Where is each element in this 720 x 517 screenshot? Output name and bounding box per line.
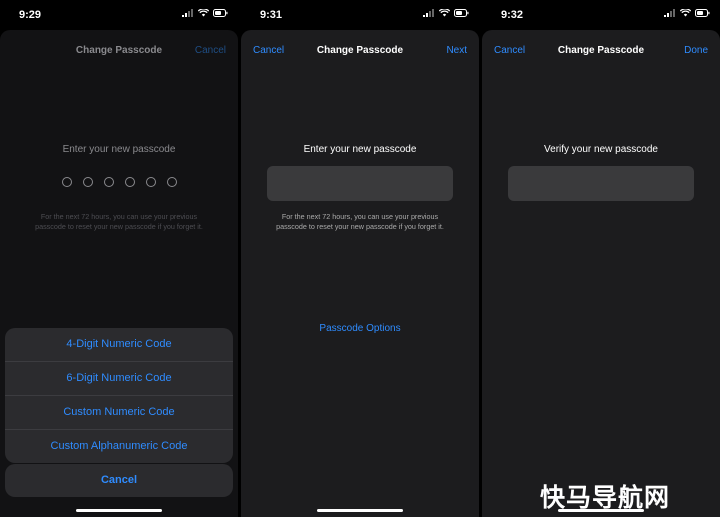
screen-3: 9:32 Cancel Change Passcode Done Verify … [482,0,720,517]
signal-icon [423,9,434,17]
wifi-icon [680,9,691,17]
passcode-dot [145,177,156,187]
home-indicator[interactable] [76,509,162,512]
passcode-dot [166,177,177,187]
wifi-icon [198,9,209,17]
watermark-text: 快马导航网 [540,483,671,512]
passcode-input[interactable] [267,166,453,201]
nav-title: Change Passcode [316,45,404,56]
passcode-prompt: Enter your new passcode [303,144,417,155]
status-bar: 9:29 [0,0,238,28]
signal-icon [664,9,675,17]
passcode-dot [82,177,93,187]
done-button[interactable]: Done [684,45,708,56]
passcode-dots [0,177,238,187]
status-bar: 9:32 [482,0,720,28]
passcode-hint: For the next 72 hours, you can use your … [35,212,203,231]
passcode-dot [103,177,114,187]
change-passcode-sheet: Cancel Change Passcode Done Verify your … [482,30,720,517]
screen-1: 9:29 Change Passcode Cancel Enter your n… [0,0,238,517]
status-time: 9:31 [260,9,283,21]
wifi-icon [439,9,450,17]
nav-bar: Cancel Change Passcode Next [241,42,479,62]
option-4-digit-button[interactable]: 4-Digit Numeric Code [5,328,233,362]
battery-icon [695,9,710,17]
next-button[interactable]: Next [446,45,467,56]
option-custom-numeric-button[interactable]: Custom Numeric Code [5,396,233,430]
cancel-button[interactable]: Cancel [195,45,226,56]
verify-prompt: Verify your new passcode [544,144,658,155]
screen-2: 9:31 Cancel Change Passcode Next Enter y… [241,0,479,517]
option-custom-alphanumeric-button[interactable]: Custom Alphanumeric Code [5,430,233,463]
passcode-hint: For the next 72 hours, you can use your … [276,212,444,231]
status-time: 9:32 [501,9,524,21]
status-icons [423,9,469,17]
status-icons [182,9,228,17]
nav-bar: Cancel Change Passcode Done [482,42,720,62]
status-bar: 9:31 [241,0,479,28]
battery-icon [213,9,228,17]
change-passcode-sheet: Cancel Change Passcode Next Enter your n… [241,30,479,517]
passcode-dot [61,177,72,187]
verify-passcode-input[interactable] [508,166,694,201]
passcode-prompt: Enter your new passcode [62,144,176,155]
passcode-options-sheet: 4-Digit Numeric Code 6-Digit Numeric Cod… [5,328,233,463]
signal-icon [182,9,193,17]
nav-bar: Change Passcode Cancel [0,42,238,62]
passcode-dot [124,177,135,187]
action-sheet-cancel-button[interactable]: Cancel [5,464,233,497]
status-icons [664,9,710,17]
battery-icon [454,9,469,17]
option-6-digit-button[interactable]: 6-Digit Numeric Code [5,362,233,396]
passcode-options-link[interactable]: Passcode Options [241,323,479,334]
status-time: 9:29 [19,9,42,21]
home-indicator[interactable] [317,509,403,512]
